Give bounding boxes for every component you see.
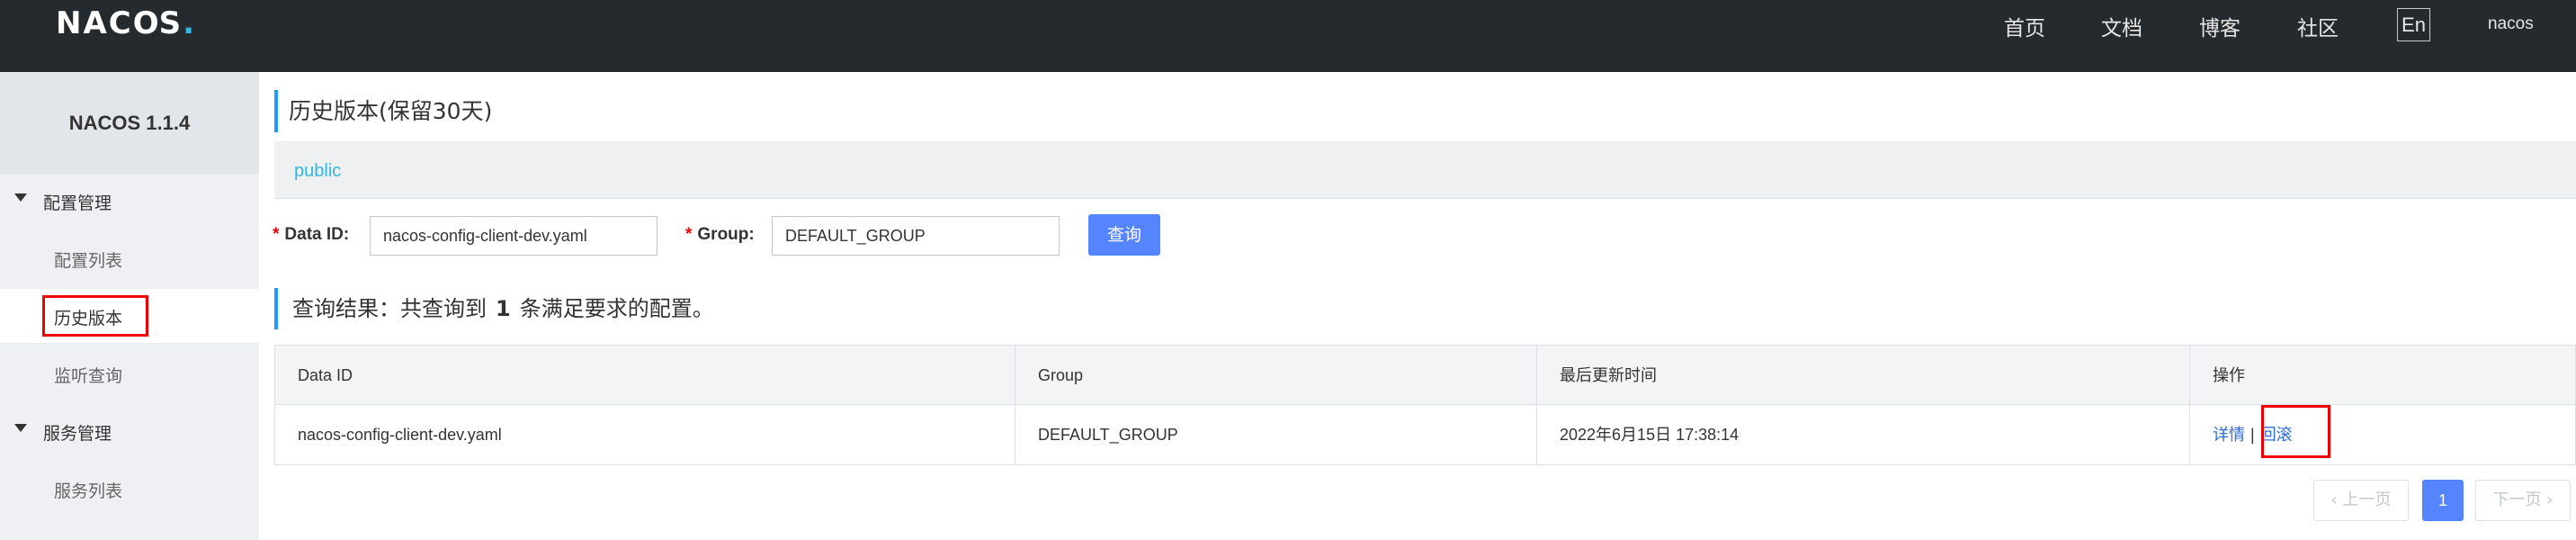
data-id-input[interactable]: nacos-config-client-dev.yaml — [370, 216, 657, 256]
sidebar-item-config-list[interactable]: 配置列表 — [0, 231, 259, 285]
group-label: * Group: — [685, 225, 755, 244]
nav-docs[interactable]: 文档 — [2101, 11, 2142, 41]
highlight-box-rollback — [2261, 405, 2330, 458]
caret-down-icon — [14, 424, 27, 432]
prev-page-button[interactable]: ‹ 上一页 — [2313, 480, 2409, 521]
query-button[interactable]: 查询 — [1088, 214, 1160, 256]
nacos-logo[interactable]: NACOS. — [56, 5, 196, 41]
language-switch-button[interactable]: En — [2397, 8, 2430, 41]
table-row: nacos-config-client-dev.yaml DEFAULT_GRO… — [275, 405, 2575, 464]
namespace-public[interactable]: public — [294, 161, 341, 182]
detail-link[interactable]: 详情 — [2213, 426, 2245, 444]
nav-home[interactable]: 首页 — [2004, 11, 2045, 41]
menu-group-service[interactable]: 服务管理 — [0, 404, 259, 458]
sidebar-item-label: 监听查询 — [54, 366, 123, 386]
table-header: Data ID Group 最后更新时间 操作 — [275, 346, 2575, 405]
action-separator: | — [2250, 426, 2255, 444]
highlight-box-history — [42, 295, 148, 337]
menu-group-config[interactable]: 配置管理 — [0, 174, 259, 228]
page-title: 历史版本(保留30天) — [274, 90, 492, 132]
user-name[interactable]: nacos — [2488, 14, 2534, 34]
cell-data-id: nacos-config-client-dev.yaml — [275, 405, 1015, 464]
group-input[interactable]: DEFAULT_GROUP — [772, 216, 1060, 256]
column-header-group: Group — [1015, 346, 1537, 405]
nav-community[interactable]: 社区 — [2297, 11, 2339, 41]
cell-group: DEFAULT_GROUP — [1015, 405, 1537, 464]
menu-group-label: 服务管理 — [43, 424, 112, 444]
sidebar-item-label: 服务列表 — [54, 482, 123, 501]
history-table: Data ID Group 最后更新时间 操作 nacos-config-cli… — [274, 345, 2576, 465]
page-number-current[interactable]: 1 — [2422, 480, 2464, 521]
column-header-actions: 操作 — [2213, 366, 2245, 384]
namespace-bar: public — [274, 141, 2576, 199]
sidebar-item-listener-query[interactable]: 监听查询 — [0, 346, 259, 400]
cell-actions: 详情 | 回滚 — [2190, 405, 2575, 464]
version-label: NACOS 1.1.4 — [0, 72, 259, 174]
column-header-data-id: Data ID — [275, 346, 1015, 405]
sidebar-item-service-list[interactable]: 服务列表 — [0, 462, 259, 516]
column-header-updated: 最后更新时间 — [1537, 346, 2190, 405]
nav-blog[interactable]: 博客 — [2199, 11, 2241, 41]
data-id-label: * Data ID: — [273, 225, 350, 244]
sidebar-item-label: 配置列表 — [54, 251, 123, 271]
result-summary: 查询结果：共查询到 1 条满足要求的配置。 — [274, 288, 714, 329]
top-nav-bar: NACOS. 首页 文档 博客 社区 En nacos — [0, 0, 2576, 72]
cell-updated: 2022年6月15日 17:38:14 — [1537, 405, 2190, 464]
caret-down-icon — [14, 194, 27, 202]
next-page-button[interactable]: 下一页 › — [2475, 480, 2571, 521]
menu-group-label: 配置管理 — [43, 194, 112, 213]
